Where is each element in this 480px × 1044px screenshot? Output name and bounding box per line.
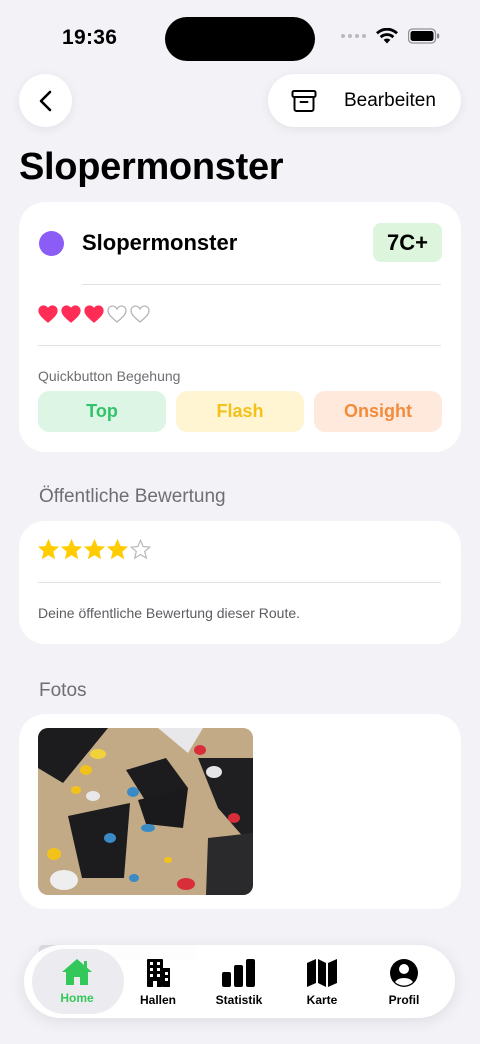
rating-caption: Deine öffentliche Bewertung dieser Route… <box>38 605 301 621</box>
heart-filled-icon[interactable] <box>38 305 58 323</box>
back-button[interactable] <box>19 74 72 127</box>
tab-label: Home <box>60 991 94 1005</box>
top-button[interactable]: Top <box>38 391 166 432</box>
divider <box>38 582 441 583</box>
route-info-card: Slopermonster 7C+ Quickbutton Begehung T… <box>19 202 461 452</box>
rating-hearts[interactable] <box>38 305 150 323</box>
quickbutton-label: Quickbutton Begehung <box>38 368 181 384</box>
climbing-wall-image <box>38 728 253 895</box>
dynamic-island <box>165 17 315 61</box>
rating-stars[interactable] <box>38 539 151 560</box>
tab-label: Hallen <box>139 993 176 1007</box>
divider <box>38 345 441 346</box>
navigation-bar: Bearbeiten <box>0 74 480 128</box>
status-bar: 19:36 <box>0 0 480 80</box>
star-filled-icon[interactable] <box>107 539 128 560</box>
tab-home[interactable]: Home <box>32 945 124 1018</box>
heart-filled-icon[interactable] <box>61 305 81 323</box>
status-time: 19:36 <box>62 26 118 49</box>
map-icon <box>307 959 337 987</box>
quickbutton-group: Top Flash Onsight <box>38 391 442 432</box>
tab-label: Statistik <box>215 993 263 1007</box>
photos-header: Fotos <box>39 680 87 701</box>
route-name: Slopermonster <box>82 230 238 255</box>
photos-card <box>19 714 461 909</box>
tab-label: Profil <box>388 993 420 1007</box>
star-filled-icon[interactable] <box>61 539 82 560</box>
route-photo[interactable] <box>38 728 253 895</box>
chevron-left-icon <box>39 90 51 111</box>
house-icon <box>62 959 92 985</box>
tab-karte[interactable]: Karte <box>280 945 364 1018</box>
archive-button[interactable] <box>274 74 334 127</box>
public-rating-card: Deine öffentliche Bewertung dieser Route… <box>19 521 461 644</box>
nav-actions: Bearbeiten <box>268 74 461 127</box>
grade-badge: 7C+ <box>373 223 442 262</box>
route-color-dot <box>39 231 64 256</box>
public-rating-header: Öffentliche Bewertung <box>39 486 226 507</box>
archive-box-icon <box>291 89 317 112</box>
star-filled-icon[interactable] <box>38 539 59 560</box>
building-icon <box>147 959 170 987</box>
wifi-icon <box>376 28 398 44</box>
star-empty-icon[interactable] <box>130 539 151 560</box>
divider <box>82 284 441 285</box>
tab-hallen[interactable]: Hallen <box>116 945 200 1018</box>
tab-statistik[interactable]: Statistik <box>197 945 281 1018</box>
page-title: Slopermonster <box>19 146 284 188</box>
heart-empty-icon[interactable] <box>107 305 127 323</box>
battery-icon <box>408 28 440 44</box>
cellular-signal-icon <box>341 34 366 38</box>
onsight-button[interactable]: Onsight <box>314 391 442 432</box>
flash-button[interactable]: Flash <box>176 391 304 432</box>
star-filled-icon[interactable] <box>84 539 105 560</box>
heart-filled-icon[interactable] <box>84 305 104 323</box>
chart-icon <box>222 959 255 987</box>
person-circle-icon <box>390 959 418 987</box>
heart-empty-icon[interactable] <box>130 305 150 323</box>
tab-bar: Home Hallen Statistik Karte Profil <box>24 945 455 1018</box>
tab-label: Karte <box>306 993 338 1007</box>
tab-profil[interactable]: Profil <box>362 945 446 1018</box>
edit-button[interactable]: Bearbeiten <box>344 90 436 112</box>
status-icons <box>341 28 440 44</box>
